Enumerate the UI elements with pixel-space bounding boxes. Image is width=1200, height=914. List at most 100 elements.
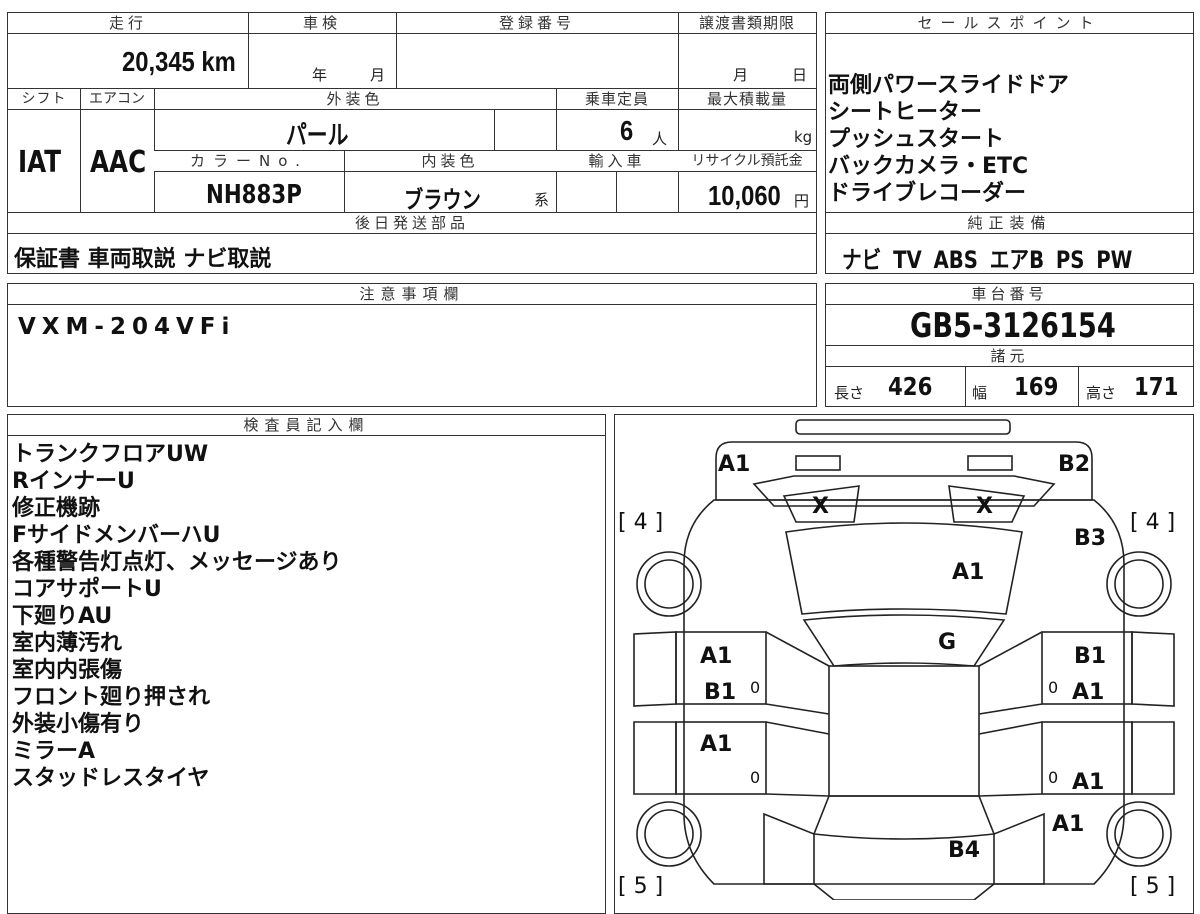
inspector-item: 外装小傷有り (12, 712, 145, 737)
rear-window-shape (812, 795, 996, 840)
max-load-unit: kg (794, 128, 813, 146)
inspector-item: ミラーA (12, 739, 96, 764)
width-value: 169 (1014, 372, 1059, 401)
recycle-fee-value: 10,060 (708, 180, 781, 211)
inspection-header: 車検 (248, 13, 396, 34)
interior-color-suffix: 系 (534, 191, 550, 209)
damage-a1-left-rear-door: A1 (700, 732, 733, 757)
inspector-list: トランクフロアUW RインナーU 修正機跡 FサイドメンバーハU 各種警告灯点灯… (12, 441, 342, 792)
inspector-item: 修正機跡 (12, 496, 101, 521)
height-value: 171 (1134, 372, 1179, 401)
right-door-lines (978, 631, 1043, 797)
wheel-left-rear-shape (636, 801, 702, 867)
ac-value: AAC (90, 145, 147, 180)
damage-b2-front-right: B2 (1058, 452, 1091, 477)
inspector-item: フロント廻り押され (12, 685, 211, 710)
later-parts-header: 後日発送部品 (8, 213, 816, 234)
zero-right-rear: 0 (1048, 768, 1059, 787)
hood-shape (785, 522, 1023, 615)
wheel-left-front-shape (636, 551, 702, 617)
sales-points-header: セールスポイント (826, 13, 1193, 34)
sales-points-list: 両側パワースライドドア シートヒーター プッシュスタート バックカメラ・ETC … (828, 72, 1069, 207)
color-no-header: カラーNo. (154, 151, 344, 172)
damage-b3: B3 (1074, 526, 1107, 551)
tire-tread-left-rear: [ 5 ] (618, 874, 664, 899)
zero-right-front: 0 (1048, 678, 1059, 697)
capacity-header: 乗車定員 (556, 89, 678, 110)
notes-value: VXM-204VFi (18, 314, 236, 340)
registration-header: 登録番号 (396, 13, 678, 34)
damage-x-headlamp-left: X (812, 494, 829, 519)
genuine-equipment-header: 純正装備 (826, 213, 1193, 234)
shift-header: シフト (8, 89, 80, 110)
damage-a1-right-front-door: A1 (1072, 680, 1105, 705)
damage-b1-right-front-door: B1 (1074, 644, 1107, 669)
ac-header: エアコン (80, 89, 154, 110)
inspection-year-unit: 年 (312, 66, 328, 84)
right-rear-quarter-shape (993, 812, 1045, 885)
inspector-item: 室内薄汚れ (12, 631, 123, 656)
headlight-right-shape (967, 455, 1013, 471)
inspector-item: 下廻りAU (12, 604, 113, 629)
tire-tread-left-front: [ 4 ] (618, 510, 664, 535)
damage-b4: B4 (948, 838, 981, 863)
capacity-value: 6 (620, 115, 634, 146)
damage-a1-front-left: A1 (718, 452, 751, 477)
inspector-item: RインナーU (12, 469, 135, 494)
notes-header: 注意事項欄 (8, 284, 816, 305)
tire-tread-right-front: [ 4 ] (1130, 510, 1176, 535)
exterior-color-value: パール (286, 121, 349, 151)
inspection-month-unit: 月 (370, 66, 386, 84)
zero-left-front: 0 (750, 678, 761, 697)
front-bumper-shape (715, 441, 1093, 501)
damage-x-headlamp-right: X (976, 494, 993, 519)
length-label: 長さ (834, 384, 865, 402)
inspector-item: トランクフロアUW (12, 442, 209, 467)
recycle-header: リサイクル預託金 (678, 151, 816, 172)
rear-bumper-shape (813, 883, 995, 900)
tire-tread-right-rear: [ 5 ] (1130, 874, 1176, 899)
right-step-rear-shape (1131, 721, 1175, 795)
later-parts-value: 保証書 車両取説 ナビ取説 (14, 247, 272, 272)
zero-left-rear: 0 (750, 768, 761, 787)
inspector-item: 各種警告灯点灯、メッセージあり (12, 550, 342, 575)
left-door-lines (765, 631, 830, 797)
inspector-item: スタッドレスタイヤ (12, 766, 210, 791)
damage-b1-left-front-door: B1 (704, 680, 737, 705)
exterior-color-header: 外装色 (154, 89, 556, 110)
damage-a1-right-rear: A1 (1052, 812, 1085, 837)
transfer-header: 譲渡書類期限 (678, 13, 816, 34)
mileage-value: 20,345 km (122, 46, 236, 77)
shift-value: IAT (18, 145, 62, 180)
recycle-unit: 円 (794, 192, 810, 210)
left-step-rear-shape (633, 721, 677, 795)
color-no-value: NH883P (206, 180, 302, 210)
inspector-item: コアサポートU (12, 577, 162, 602)
grille-shape (752, 475, 1056, 507)
sales-point-item: 両側パワースライドドア (828, 73, 1069, 98)
length-value: 426 (888, 372, 933, 401)
sales-point-item: バックカメラ・ETC (828, 154, 1029, 179)
wheel-right-front-shape (1106, 551, 1172, 617)
damage-a1-hood: A1 (952, 560, 985, 585)
damage-a1-left-front-door: A1 (700, 644, 733, 669)
left-rear-quarter-shape (763, 812, 815, 885)
sales-point-item: ドライブレコーダー (828, 181, 1027, 206)
sales-point-item: プッシュスタート (828, 127, 1005, 152)
front-plate-shape (795, 419, 1011, 435)
wheel-right-rear-shape (1106, 801, 1172, 867)
capacity-unit: 人 (652, 130, 668, 148)
chassis-header: 車台番号 (826, 284, 1193, 305)
windshield-shape (802, 614, 1006, 667)
inspector-header: 検査員記入欄 (8, 415, 605, 436)
import-header: 輸入車 (556, 151, 678, 172)
right-step-front-shape (1131, 631, 1175, 707)
chassis-number: GB5-3126154 (910, 306, 1116, 346)
left-step-front-shape (633, 631, 677, 707)
genuine-equipment-value: ナビ TV ABS エアB PS PW (842, 246, 1133, 274)
inspector-item: 室内内張傷 (12, 658, 123, 683)
roof-shape (828, 665, 980, 797)
height-label: 高さ (1086, 384, 1117, 402)
sales-point-item: シートヒーター (828, 100, 983, 125)
transfer-month-unit: 月 (733, 66, 749, 84)
